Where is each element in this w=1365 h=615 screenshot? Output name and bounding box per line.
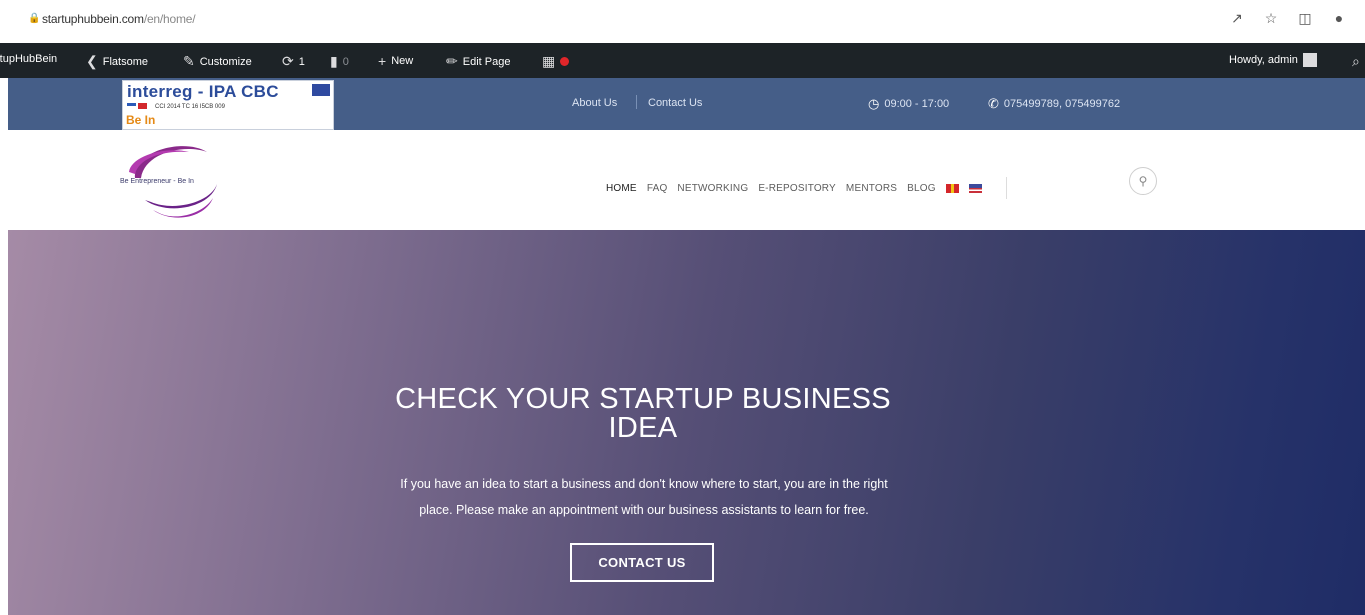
comments-count: 0 [342, 55, 349, 68]
search-icon: ⌕ [1352, 53, 1360, 69]
greece-flag-icon [127, 103, 136, 109]
seo-icon: ▦ [542, 53, 556, 69]
new-label: New [391, 55, 414, 67]
clock-icon: ◷ [868, 96, 880, 111]
comment-icon: ▮ [330, 53, 338, 69]
search-icon: ⚲ [1138, 174, 1148, 188]
nav-item-blog[interactable]: BLOG [907, 183, 936, 194]
admin-site-name[interactable]: rtupHubBein [0, 53, 57, 65]
admin-edit-page-link[interactable]: ✏ Edit Page [446, 53, 510, 70]
edit-page-label: Edit Page [462, 55, 511, 68]
interreg-title: interreg - IPA CBC [127, 82, 279, 101]
country-flags [127, 103, 147, 109]
about-us-link[interactable]: About Us [572, 97, 617, 109]
hero-description: If you have an idea to start a business … [326, 471, 962, 523]
phones-text: 075499789, 075499762 [1003, 98, 1121, 110]
customize-label: Customize [199, 55, 252, 68]
greeting-label: Howdy, admin [1229, 54, 1298, 66]
share-icon[interactable]: ↗ [1229, 10, 1245, 27]
wp-admin-bar: rtupHubBein ❮ Flatsome ✎ Customize ⟳ 1 ▮… [0, 43, 1365, 78]
logo-tagline: Be Entrepreneur - Be In [120, 178, 194, 185]
site-name-label: rtupHubBein [0, 53, 58, 65]
admin-theme-link[interactable]: ❮ Flatsome [86, 53, 148, 70]
theme-label: Flatsome [102, 55, 148, 68]
admin-account-menu[interactable]: Howdy, admin [1229, 53, 1317, 67]
hero-text-line-2: place. Please make an appointment with o… [419, 503, 869, 517]
contact-us-link[interactable]: Contact Us [648, 97, 702, 109]
phone-numbers[interactable]: ✆ 075499789, 075499762 [988, 96, 1120, 112]
nav-item-networking[interactable]: NETWORKING [677, 183, 748, 194]
site-header: Be Entrepreneur - Be In HOME FAQ NETWORK… [8, 130, 1365, 230]
macedonian-flag-icon[interactable] [945, 183, 959, 193]
english-flag-icon[interactable] [968, 183, 982, 193]
main-nav: HOME FAQ NETWORKING E-REPOSITORY MENTORS… [606, 177, 1007, 199]
hero-title-line-1: CHECK YOUR STARTUP BUSINESS [395, 383, 891, 415]
browser-toolbar: ↗ ☆ ◫ ● [1229, 10, 1347, 27]
contact-us-button[interactable]: CONTACT US [570, 543, 714, 582]
hours-text: 09:00 - 17:00 [884, 98, 950, 110]
header-search-button[interactable]: ⚲ [1129, 167, 1157, 195]
profile-icon[interactable]: ● [1331, 10, 1347, 27]
sidebar-icon[interactable]: ◫ [1297, 10, 1313, 27]
bein-label: Be In [126, 113, 156, 127]
nav-item-e-repository[interactable]: E-REPOSITORY [758, 183, 836, 194]
browser-address-bar: 🔒 startuphubbein.com/en/home/ ↗ ☆ ◫ ● [0, 0, 1365, 42]
hero-banner: CHECK YOUR STARTUP BUSINESS IDEA If you … [8, 230, 1365, 615]
hero-title-line-2: IDEA [608, 412, 678, 444]
top-divider [636, 95, 637, 109]
avatar [1302, 53, 1317, 67]
admin-new-link[interactable]: + New [378, 53, 413, 69]
url-host: startuphubbein.com [42, 12, 144, 26]
nav-item-mentors[interactable]: MENTORS [846, 183, 897, 194]
lock-icon[interactable]: 🔒 [28, 13, 40, 24]
nav-divider [1005, 177, 1007, 199]
seo-status-dot [560, 57, 570, 66]
admin-search-icon[interactable]: ⌕ [1352, 53, 1360, 70]
opening-hours: ◷ 09:00 - 17:00 [868, 96, 949, 112]
interreg-logo: interreg - IPA CBC CCI 2014 TC 16 I5CB 0… [122, 80, 334, 130]
updates-count: 1 [298, 55, 305, 68]
nav-item-home[interactable]: HOME [606, 183, 637, 194]
plus-icon: + [378, 53, 387, 69]
hero-title: CHECK YOUR STARTUP BUSINESS IDEA [340, 385, 946, 443]
macedonia-flag-icon [138, 103, 147, 109]
admin-updates-link[interactable]: ⟳ 1 [282, 53, 305, 70]
flatsome-icon: ❮ [86, 53, 98, 69]
hero-text-line-1: If you have an idea to start a business … [400, 477, 888, 491]
cci-code: CCI 2014 TC 16 I5CB 009 [155, 104, 225, 110]
admin-seo-link[interactable]: ▦ [542, 53, 570, 70]
admin-customize-link[interactable]: ✎ Customize [183, 53, 252, 70]
url-field[interactable]: startuphubbein.com/en/home/ [42, 12, 196, 26]
nav-item-faq[interactable]: FAQ [647, 183, 668, 194]
admin-comments-link[interactable]: ▮ 0 [330, 53, 349, 70]
phone-icon: ✆ [988, 96, 999, 111]
updates-icon: ⟳ [282, 53, 294, 69]
pencil-icon: ✏ [446, 53, 458, 69]
bookmark-star-icon[interactable]: ☆ [1263, 10, 1279, 27]
eu-flag-icon [312, 84, 330, 96]
brush-icon: ✎ [183, 53, 195, 69]
url-path: /en/home/ [143, 12, 196, 26]
